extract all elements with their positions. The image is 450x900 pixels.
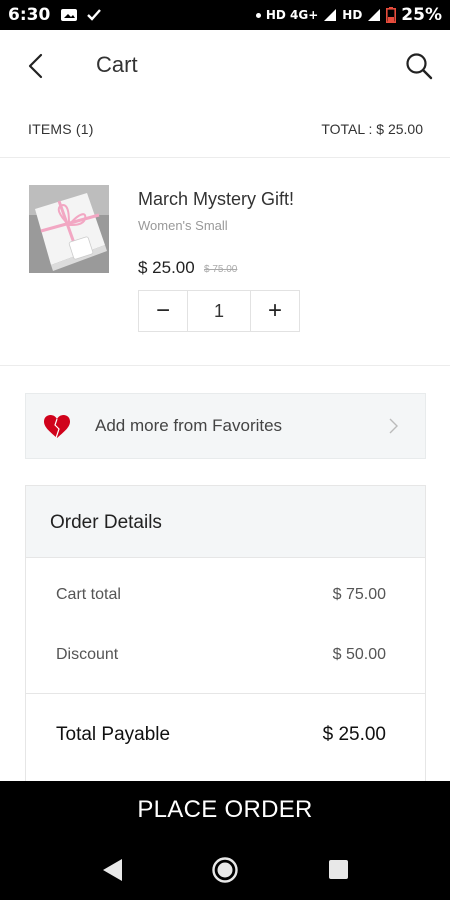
cart-total-value: $ 75.00 [332,586,386,603]
nav-recent-apps-icon[interactable] [329,860,348,879]
search-icon[interactable] [404,51,434,81]
product-original-price: $ 75.00 [204,264,238,275]
status-right: HD 4G+ HD 25% [255,5,442,25]
product-variant: Women's Small [138,218,228,233]
decrease-quantity-button[interactable]: − [139,291,187,331]
cart-total-row: Cart total $ 75.00 [56,586,386,604]
product-name[interactable]: March Mystery Gift! [138,189,294,210]
add-from-favorites-button[interactable]: Add more from Favorites [25,393,426,459]
nav-home-icon[interactable] [211,856,239,884]
total-payable-row: Total Payable $ 25.00 [56,724,386,746]
app-header: Cart [0,30,450,102]
total-payable-value: $ 25.00 [322,724,386,745]
discount-row: Discount $ 50.00 [56,646,386,664]
nav-back-icon[interactable] [100,857,124,883]
cart-item: March Mystery Gift! Women's Small $ 25.0… [0,158,450,366]
product-price: $ 25.00 [138,258,195,277]
place-order-button[interactable]: PLACE ORDER [0,781,450,839]
battery-percent: 25% [401,5,442,25]
total-payable-label: Total Payable [56,724,171,745]
system-nav-bar [0,839,450,900]
photo-notification-icon [61,9,78,21]
network-type: HD 4G+ [265,8,319,22]
cart-summary: ITEMS (1) TOTAL : $ 25.00 [0,102,450,158]
check-notification-icon [87,9,102,21]
battery-icon [386,7,397,23]
status-time: 6:30 [8,5,51,25]
chevron-right-icon [389,418,398,434]
back-arrow-icon[interactable] [22,52,50,80]
network-type-2: HD [342,8,363,22]
order-details-title: Order Details [50,512,162,533]
status-notification-icons [60,8,102,22]
items-count: ITEMS (1) [28,121,94,137]
heart-icon [44,415,70,439]
quantity-stepper: − 1 + [138,290,300,332]
signal-2-icon [368,9,381,21]
notification-dot-icon [255,12,261,18]
quantity-value: 1 [187,291,251,331]
items-total: TOTAL : $ 25.00 [321,121,423,137]
order-divider [26,693,425,694]
status-bar: 6:30 HD 4G+ HD 25% [0,0,450,30]
gift-box-image [29,185,109,273]
increase-quantity-button[interactable]: + [251,291,299,331]
product-image[interactable] [29,185,109,273]
order-details-header: Order Details [26,486,425,558]
order-details-card: Order Details Cart total $ 75.00 Discoun… [25,485,426,785]
favorites-label: Add more from Favorites [95,416,283,435]
discount-label: Discount [56,646,119,663]
page-title: Cart [96,52,138,77]
signal-icon [324,9,337,21]
cart-total-label: Cart total [56,586,121,603]
discount-value: $ 50.00 [332,646,386,663]
